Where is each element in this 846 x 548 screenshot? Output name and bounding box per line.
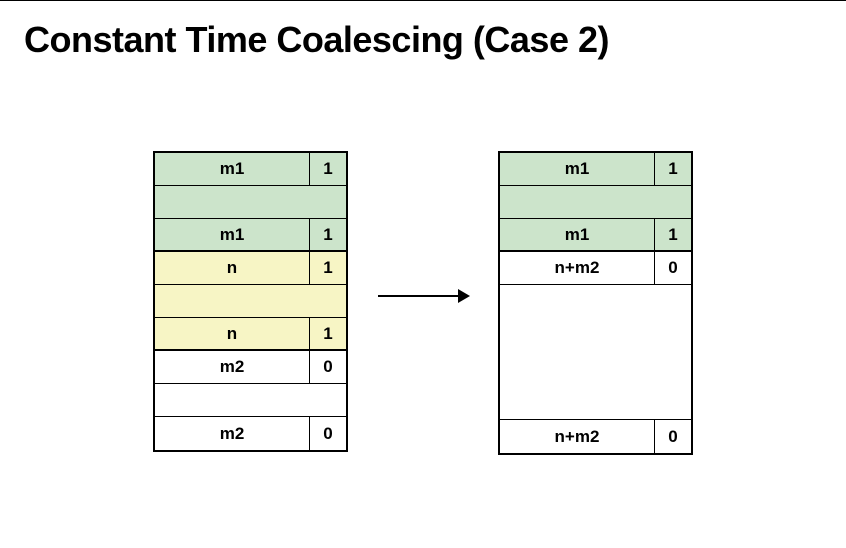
size-cell xyxy=(500,285,691,419)
block-footer: n1 xyxy=(155,318,346,351)
alloc-bit-cell: 1 xyxy=(310,252,346,284)
block-header: m20 xyxy=(155,351,346,384)
after-block: m11m11n+m20n+m20 xyxy=(498,151,693,455)
block-payload xyxy=(500,285,691,420)
size-cell: m2 xyxy=(155,351,310,383)
alloc-bit-cell: 0 xyxy=(310,351,346,383)
size-cell: m1 xyxy=(500,153,655,185)
size-cell xyxy=(155,285,346,317)
size-cell: m1 xyxy=(155,153,310,185)
size-cell: m1 xyxy=(155,219,310,250)
size-cell: n+m2 xyxy=(500,252,655,284)
size-cell xyxy=(155,384,346,416)
block-footer: m20 xyxy=(155,417,346,450)
block-payload xyxy=(155,384,346,417)
alloc-bit-cell: 1 xyxy=(310,153,346,185)
alloc-bit-cell: 1 xyxy=(310,318,346,349)
block-payload xyxy=(155,186,346,219)
size-cell xyxy=(155,186,346,218)
alloc-bit-cell: 0 xyxy=(655,420,691,453)
block-header: n1 xyxy=(155,252,346,285)
page-title: Constant Time Coalescing (Case 2) xyxy=(0,1,846,61)
size-cell: n xyxy=(155,252,310,284)
block-footer: n+m20 xyxy=(500,420,691,453)
block-footer: m11 xyxy=(500,219,691,252)
size-cell xyxy=(500,186,691,218)
alloc-bit-cell: 0 xyxy=(310,417,346,450)
arrow-wrap xyxy=(348,151,498,461)
before-block: m11m11n1n1m20m20 xyxy=(153,151,348,452)
alloc-bit-cell: 1 xyxy=(310,219,346,250)
block-payload xyxy=(500,186,691,219)
block-payload xyxy=(155,285,346,318)
block-header: m11 xyxy=(500,153,691,186)
block-header: m11 xyxy=(155,153,346,186)
alloc-bit-cell: 1 xyxy=(655,219,691,250)
alloc-bit-cell: 1 xyxy=(655,153,691,185)
alloc-bit-cell: 0 xyxy=(655,252,691,284)
diagram-stage: m11m11n1n1m20m20 m11m11n+m20n+m20 xyxy=(0,151,846,461)
size-cell: m1 xyxy=(500,219,655,250)
block-header: n+m20 xyxy=(500,252,691,285)
block-footer: m11 xyxy=(155,219,346,252)
arrow-icon xyxy=(378,295,468,297)
size-cell: n xyxy=(155,318,310,349)
size-cell: m2 xyxy=(155,417,310,450)
size-cell: n+m2 xyxy=(500,420,655,453)
